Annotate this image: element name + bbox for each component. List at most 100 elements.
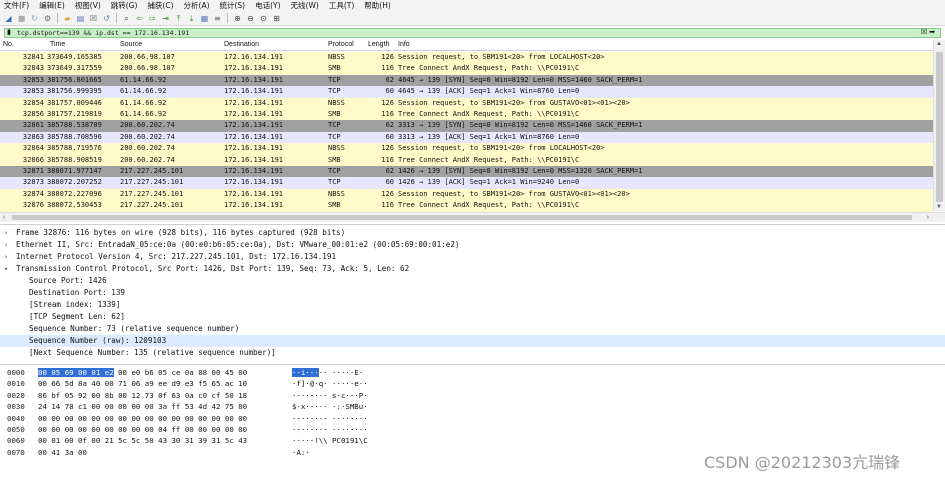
hscroll-thumb[interactable]	[12, 215, 912, 220]
details-protocol-node[interactable]: › Frame 32876: 116 bytes on wire (928 bit…	[0, 227, 945, 239]
filter-clear-apply-icons[interactable]: ☒➡	[921, 29, 937, 37]
reload-icon[interactable]: ↺	[101, 13, 112, 24]
packet-row[interactable]: 32861 385788.538709 200.60.202.74 172.16.13…	[0, 120, 933, 132]
hex-row[interactable]: 0050 00 00 00 00 00 00 00 00 00 04 ff 00 …	[0, 424, 945, 435]
collapsed-arrow-icon[interactable]: ›	[4, 239, 8, 251]
column-header-protocol[interactable]: Protocol	[328, 41, 354, 48]
column-header-source[interactable]: Source	[120, 41, 142, 48]
colorize-icon[interactable]: ≡	[212, 13, 223, 24]
details-protocol-node[interactable]: › Ethernet II, Src: EntradaN_05:ce:0a (00…	[0, 239, 945, 251]
scroll-thumb[interactable]	[936, 52, 943, 202]
forward-icon[interactable]: ⇨	[147, 13, 158, 24]
packet-row[interactable]: 32873 388072.207252 217.227.245.101 172.16.…	[0, 177, 933, 189]
column-header-time[interactable]: Time	[50, 41, 65, 48]
scroll-down-icon[interactable]: ▼	[936, 204, 942, 210]
autoscroll-icon[interactable]: ▦	[199, 13, 210, 24]
collapsed-arrow-icon[interactable]: ›	[4, 227, 8, 239]
menu-item[interactable]: 帮助(H)	[364, 0, 391, 11]
find-icon[interactable]: ⌕	[121, 13, 132, 24]
packet-cell-time: 388072.207252	[47, 178, 102, 187]
packet-row[interactable]: 32871 388071.977147 217.227.245.101 172.16.…	[0, 166, 933, 178]
menu-item[interactable]: 工具(T)	[329, 0, 354, 11]
packet-row[interactable]: 32843 373649.317559 200.66.98.107 172.16.13…	[0, 63, 933, 75]
menu-item[interactable]: 视图(V)	[75, 0, 101, 11]
hex-row[interactable]: 0060 00 01 00 0f 00 21 5c 5c 50 43 30 31 …	[0, 435, 945, 446]
packet-row[interactable]: 32876 388072.530453 217.227.245.101 172.16.…	[0, 200, 933, 212]
packet-cell-info: Tree Connect AndX Request, Path: \\PC019…	[398, 110, 580, 118]
menu-item[interactable]: 捕获(C)	[147, 0, 173, 11]
menu-item[interactable]: 无线(W)	[291, 0, 319, 11]
first-packet-icon[interactable]: ⤒	[173, 13, 184, 24]
last-packet-icon[interactable]: ⤓	[186, 13, 197, 24]
close-file-icon[interactable]: ☒	[88, 13, 99, 24]
hex-row[interactable]: 0010 00 66 5d 8a 40 00 71 06 a9 ee d9 e3 …	[0, 378, 945, 389]
hex-bytes-text: 00 e0 b6 05 ce 0a 08 00 45 00	[113, 368, 248, 377]
details-field[interactable]: [Stream index: 1339]	[0, 299, 945, 311]
menu-item[interactable]: 跳转(G)	[111, 0, 138, 11]
save-file-icon[interactable]: ▤	[75, 13, 86, 24]
packet-row[interactable]: 32866 385788.908519 200.60.202.74 172.16.13…	[0, 154, 933, 166]
stop-icon[interactable]: ■	[16, 13, 27, 24]
zoom-out-icon[interactable]: ⊖	[245, 13, 256, 24]
zoom-normal-icon[interactable]: ⊙	[258, 13, 269, 24]
hex-row[interactable]: 0030 24 14 78 c1 00 00 00 00 00 3a ff 53 …	[0, 401, 945, 412]
bookmark-icon[interactable]: ▮	[7, 29, 11, 37]
resize-columns-icon[interactable]: ⊞	[271, 13, 282, 24]
packet-list-horizontal-scrollbar[interactable]: ‹ ›	[0, 212, 945, 222]
packet-cell-src: 200.60.202.74	[120, 132, 175, 141]
zoom-in-icon[interactable]: ⊕	[232, 13, 243, 24]
details-field[interactable]: Source Port: 1426	[0, 275, 945, 287]
expanded-arrow-icon[interactable]: ▾	[4, 263, 8, 275]
hex-bytes-text: 00 41 3a 00	[38, 447, 87, 457]
display-filter-bar[interactable]: ▮ tcp.dstport==139 && ip.dst == 172.16.1…	[4, 28, 941, 38]
packet-cell-dst: 172.16.134.191	[224, 178, 284, 187]
details-protocol-node[interactable]: › Internet Protocol Version 4, Src: 217.2…	[0, 251, 945, 263]
menu-item[interactable]: 分析(A)	[184, 0, 210, 11]
hex-bytes-text: 24 14 78 c1 00 00 00 00 00 3a ff 53 4d 4…	[38, 402, 248, 412]
details-field[interactable]: Sequence Number (raw): 1209103	[0, 335, 945, 347]
collapsed-arrow-icon[interactable]: ›	[4, 251, 8, 263]
packet-row[interactable]: 32863 385788.708596 200.60.202.74 172.16.13…	[0, 131, 933, 144]
open-folder-icon[interactable]: ▰	[62, 13, 73, 24]
packet-row[interactable]: 32874 388072.227096 217.227.245.101 172.16.…	[0, 188, 933, 201]
options-gear-icon[interactable]: ⚙	[42, 13, 53, 24]
packet-cell-dst: 172.16.134.191	[224, 155, 284, 164]
hex-ascii-text: ·A:·	[292, 447, 310, 457]
details-field[interactable]: Destination Port: 139	[0, 287, 945, 299]
hex-row[interactable]: 0040 00 00 00 00 00 00 00 00 00 00 00 00 …	[0, 413, 945, 424]
back-icon[interactable]: ⇦	[134, 13, 145, 24]
packet-cell-no: 32863	[22, 132, 44, 141]
packet-row[interactable]: 32864 385788.719576 200.60.202.74 172.16.13…	[0, 143, 933, 155]
goto-packet-icon[interactable]: ⇥	[160, 13, 171, 24]
packet-row[interactable]: 32856 381757.219819 61.14.66.92 172.16.134.…	[0, 109, 933, 121]
restart-icon[interactable]: ↻	[29, 13, 40, 24]
packet-row[interactable]: 32853 381756.801665 61.14.66.92 172.16.134.…	[0, 74, 933, 87]
watermark: CSDN @20212303亢瑞锋	[704, 453, 901, 472]
scroll-up-icon[interactable]: ▲	[936, 41, 942, 47]
hex-row[interactable]: 0000 00 05 69 00 01 e2 00 e0 b6 05 ce 0a …	[0, 367, 945, 378]
packet-row[interactable]: 32853 381756.999395 61.14.66.92 172.16.134.…	[0, 86, 933, 98]
menu-item[interactable]: 文件(F)	[4, 0, 29, 11]
details-protocol-node[interactable]: ▾ Transmission Control Protocol, Src Port…	[0, 263, 945, 275]
packet-cell-dst: 172.16.134.191	[224, 144, 284, 153]
menu-item[interactable]: 电话(Y)	[255, 0, 280, 11]
scroll-right-icon[interactable]: ›	[927, 213, 929, 222]
scroll-left-icon[interactable]: ‹	[3, 213, 5, 222]
packet-row[interactable]: 32854 381757.009446 61.14.66.92 172.16.134.…	[0, 97, 933, 109]
packet-details-tree[interactable]: › Frame 32876: 116 bytes on wire (928 bit…	[0, 224, 945, 362]
details-field[interactable]: [Next Sequence Number: 135 (relative seq…	[0, 347, 945, 359]
hex-row[interactable]: 0020 86 bf 05 92 00 8b 00 12 73 0f 63 0a …	[0, 390, 945, 401]
packet-row[interactable]: 32841 373649.165385 200.66.98.107 172.16.13…	[0, 52, 933, 64]
packet-list[interactable]: 32841 373649.165385 200.66.98.107 172.16.13…	[0, 52, 933, 212]
column-header-no[interactable]: No.	[3, 41, 14, 48]
column-header-destination[interactable]: Destination	[224, 41, 259, 48]
display-filter-input[interactable]: tcp.dstport==139 && ip.dst == 172.16.134…	[5, 29, 189, 37]
column-header-info[interactable]: Info	[398, 41, 410, 48]
column-header-length[interactable]: Length	[368, 41, 389, 48]
details-field[interactable]: Sequence Number: 73 (relative sequence n…	[0, 323, 945, 335]
shark-fin-icon[interactable]: ◢	[3, 13, 14, 24]
details-field[interactable]: [TCP Segment Len: 62]	[0, 311, 945, 323]
menu-item[interactable]: 编辑(E)	[39, 0, 65, 11]
packet-list-vertical-scrollbar[interactable]: ▲ ▼	[933, 40, 945, 211]
menu-item[interactable]: 统计(S)	[220, 0, 246, 11]
